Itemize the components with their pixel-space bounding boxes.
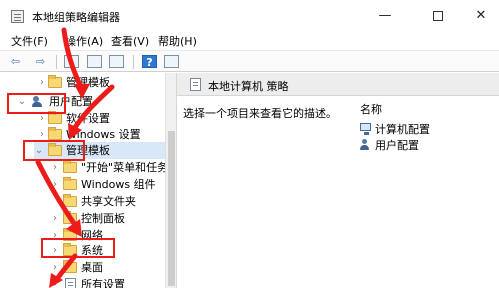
- tree-node-label: 控制面板: [81, 212, 125, 225]
- folder-icon: [63, 260, 77, 273]
- tree-node-label: 管理模板: [66, 76, 110, 89]
- minimize-button[interactable]: —: [362, 0, 408, 31]
- document-icon: [190, 78, 201, 91]
- folder-icon: [63, 211, 77, 224]
- menu-bar: 文件(F) 操作(A) 查看(V) 帮助(H): [0, 31, 499, 50]
- chevron-right-icon[interactable]: ›: [50, 210, 60, 227]
- highlight-system: [41, 238, 115, 258]
- menu-help[interactable]: 帮助(H): [158, 33, 197, 49]
- tree-node-windows-components[interactable]: › Windows 组件: [0, 176, 165, 193]
- close-button[interactable]: ✕: [458, 0, 499, 31]
- details-title: 本地计算机 策略: [208, 80, 289, 93]
- tree-node-admin-templates-computer[interactable]: › 管理模板: [0, 74, 165, 91]
- tree-node-shared-folders[interactable]: 共享文件夹: [0, 193, 165, 210]
- user-config-icon: [360, 139, 372, 151]
- toolbar-separator: [133, 55, 134, 69]
- tree-node-start-menu-taskbar[interactable]: › "开始"菜单和任务: [0, 159, 165, 176]
- toolbar: ⇦ ⇨ ?: [0, 50, 499, 72]
- details-header: 本地计算机 策略: [177, 73, 499, 96]
- policy-editor-icon: [11, 10, 24, 23]
- tree-node-label: 所有设置: [81, 278, 125, 288]
- export-list-icon[interactable]: [109, 55, 124, 68]
- document-icon: [65, 278, 76, 288]
- folder-icon: [48, 111, 62, 124]
- chevron-right-icon[interactable]: ›: [37, 74, 47, 91]
- properties-icon[interactable]: [164, 55, 179, 68]
- description-text: 选择一个项目来查看它的描述。: [183, 107, 337, 120]
- chevron-right-icon[interactable]: ›: [50, 176, 60, 193]
- menu-file[interactable]: 文件(F): [11, 33, 48, 49]
- tree-node-desktop[interactable]: › 桌面: [0, 259, 165, 276]
- folder-icon: [48, 127, 62, 140]
- show-hide-console-tree-icon[interactable]: [64, 55, 79, 68]
- tree-node-control-panel[interactable]: › 控制面板: [0, 210, 165, 227]
- tree-node-label: 共享文件夹: [81, 195, 136, 208]
- window-title: 本地组策略编辑器: [32, 11, 120, 24]
- folder-icon: [63, 194, 77, 207]
- tree-node-label: 桌面: [81, 261, 103, 274]
- folder-icon: [63, 160, 77, 173]
- folder-icon: [63, 177, 77, 190]
- tree-node-label: 软件设置: [66, 112, 110, 125]
- column-header-name[interactable]: 名称: [360, 101, 382, 117]
- forward-arrow-icon[interactable]: ⇨: [33, 55, 48, 68]
- list-view-icon[interactable]: [87, 55, 102, 68]
- scroll-thumb[interactable]: [168, 131, 175, 286]
- tree-node-all-settings[interactable]: 所有设置: [0, 276, 165, 288]
- highlight-admin-templates: [23, 140, 85, 161]
- list-item-label: 用户配置: [375, 139, 419, 152]
- list-item-label: 计算机配置: [375, 123, 430, 136]
- maximize-button[interactable]: [415, 0, 461, 31]
- menu-view[interactable]: 查看(V): [111, 33, 149, 49]
- highlight-user-config: [7, 93, 66, 114]
- tree-node-label: "开始"菜单和任务: [81, 161, 165, 174]
- help-icon[interactable]: ?: [142, 55, 157, 69]
- computer-config-icon: [360, 123, 371, 135]
- maximize-icon: [433, 10, 443, 21]
- details-pane: 本地计算机 策略 选择一个项目来查看它的描述。 名称 计算机配置 用户配置: [177, 73, 499, 288]
- title-bar: 本地组策略编辑器 — ✕: [0, 0, 499, 31]
- tree-node-label: Windows 组件: [81, 178, 156, 191]
- menu-action[interactable]: 操作(A): [65, 33, 103, 49]
- chevron-right-icon[interactable]: ›: [50, 159, 60, 176]
- tree-vertical-scrollbar[interactable]: [165, 73, 177, 288]
- folder-icon: [48, 75, 62, 88]
- toolbar-separator: [56, 55, 57, 69]
- chevron-right-icon[interactable]: ›: [50, 259, 60, 276]
- back-arrow-icon[interactable]: ⇦: [8, 55, 23, 68]
